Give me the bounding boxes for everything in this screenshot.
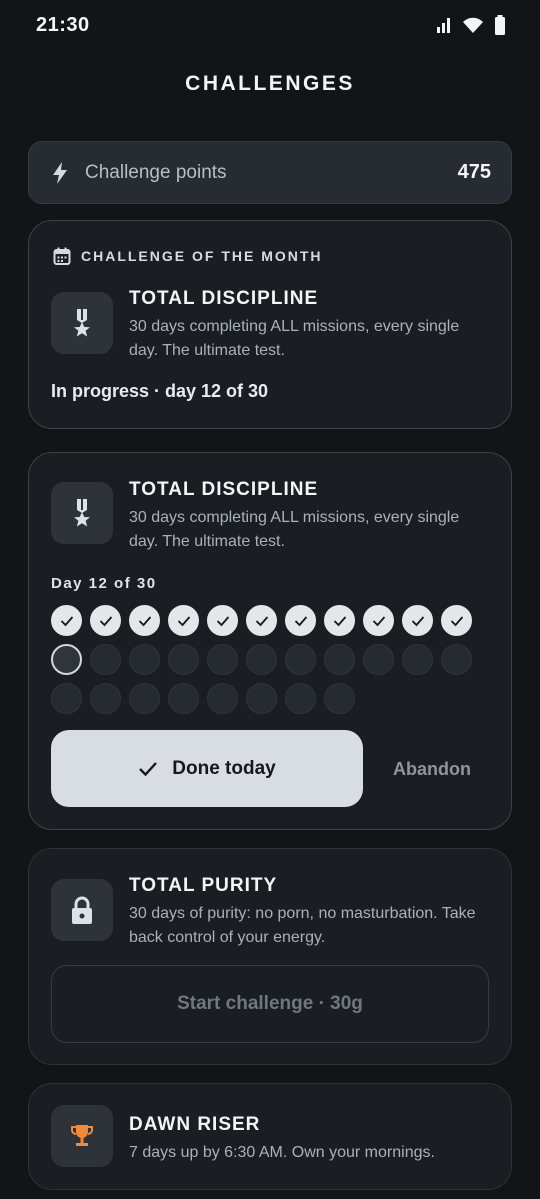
status-icons [436, 15, 506, 35]
check-icon [99, 615, 112, 626]
day-dot [285, 644, 316, 675]
day-dot [402, 644, 433, 675]
day-dot [324, 683, 355, 714]
check-icon [255, 615, 268, 626]
check-icon [60, 615, 73, 626]
done-today-label: Done today [172, 757, 276, 779]
challenge-title: DAWN RISER [129, 1114, 261, 1135]
signal-icon [437, 18, 450, 33]
day-dot [90, 644, 121, 675]
day-dot [246, 683, 277, 714]
month-section-label: CHALLENGE OF THE MONTH [81, 248, 323, 264]
medal-icon-tile [51, 482, 113, 544]
day-dot [51, 644, 82, 675]
day-dot [402, 605, 433, 636]
lock-icon-tile [51, 879, 113, 941]
day-dot [51, 605, 82, 636]
day-dot [207, 683, 238, 714]
check-icon [177, 615, 190, 626]
day-dot [207, 605, 238, 636]
month-header: CHALLENGE OF THE MONTH [53, 247, 323, 265]
day-dot [441, 605, 472, 636]
challenge-description: 7 days up by 6:30 AM. Own your mornings. [129, 1144, 435, 1161]
active-challenge-card: TOTAL DISCIPLINE 30 days completing ALL … [28, 452, 512, 830]
wifi-icon [463, 17, 483, 33]
day-dot [441, 644, 472, 675]
day-dot [285, 605, 316, 636]
lightning-icon [53, 161, 67, 184]
day-dot [168, 683, 199, 714]
challenge-title: TOTAL DISCIPLINE [129, 479, 319, 500]
status-time: 21:30 [36, 13, 90, 36]
check-icon [138, 615, 151, 626]
day-dot [129, 683, 160, 714]
start-challenge-button[interactable]: Start challenge · 30g [51, 965, 489, 1043]
done-today-button[interactable]: Done today [51, 730, 363, 807]
day-dot [129, 605, 160, 636]
abandon-button[interactable]: Abandon [377, 753, 487, 785]
points-label: Challenge points [85, 161, 227, 183]
challenge-of-month-card[interactable]: CHALLENGE OF THE MONTH TOTAL DISCIPLINE … [28, 220, 512, 429]
medal-icon [74, 309, 90, 337]
day-progress-grid [51, 605, 491, 714]
day-dot [363, 644, 394, 675]
check-icon [139, 761, 158, 776]
challenge-description: 30 days of purity: no porn, no masturbat… [129, 905, 476, 946]
dawn-riser-card[interactable]: DAWN RISER 7 days up by 6:30 AM. Own you… [28, 1083, 512, 1190]
total-purity-card: TOTAL PURITY 30 days of purity: no porn,… [28, 848, 512, 1065]
day-dot [168, 644, 199, 675]
points-value: 475 [457, 161, 491, 183]
day-dot [168, 605, 199, 636]
challenge-description: 30 days completing ALL missions, every s… [129, 509, 460, 550]
page-title: CHALLENGES [185, 72, 355, 95]
progress-text: In progress · day 12 of 30 [51, 381, 269, 401]
day-dot [285, 683, 316, 714]
medal-icon [74, 499, 90, 527]
battery-icon [495, 15, 505, 35]
challenge-title: TOTAL DISCIPLINE [129, 288, 319, 309]
day-dot [90, 683, 121, 714]
day-dot [129, 644, 160, 675]
day-dot [246, 644, 277, 675]
day-dot [51, 683, 82, 714]
lock-icon [72, 896, 92, 924]
day-dot [363, 605, 394, 636]
trophy-icon-tile [51, 1105, 113, 1167]
calendar-icon [53, 247, 71, 265]
medal-icon-tile [51, 292, 113, 354]
check-icon [294, 615, 307, 626]
challenge-description: 30 days completing ALL missions, every s… [129, 318, 460, 359]
check-icon [372, 615, 385, 626]
day-dot [90, 605, 121, 636]
day-dot [324, 605, 355, 636]
trophy-icon [71, 1125, 93, 1146]
check-icon [333, 615, 346, 626]
day-dot [324, 644, 355, 675]
challenge-title: TOTAL PURITY [129, 875, 278, 896]
day-dot [246, 605, 277, 636]
status-bar: 21:30 [0, 0, 540, 50]
check-icon [216, 615, 229, 626]
day-dot [207, 644, 238, 675]
day-counter: Day 12 of 30 [51, 575, 157, 592]
challenge-points-bar: Challenge points 475 [28, 141, 512, 204]
check-icon [450, 615, 463, 626]
check-icon [411, 615, 424, 626]
